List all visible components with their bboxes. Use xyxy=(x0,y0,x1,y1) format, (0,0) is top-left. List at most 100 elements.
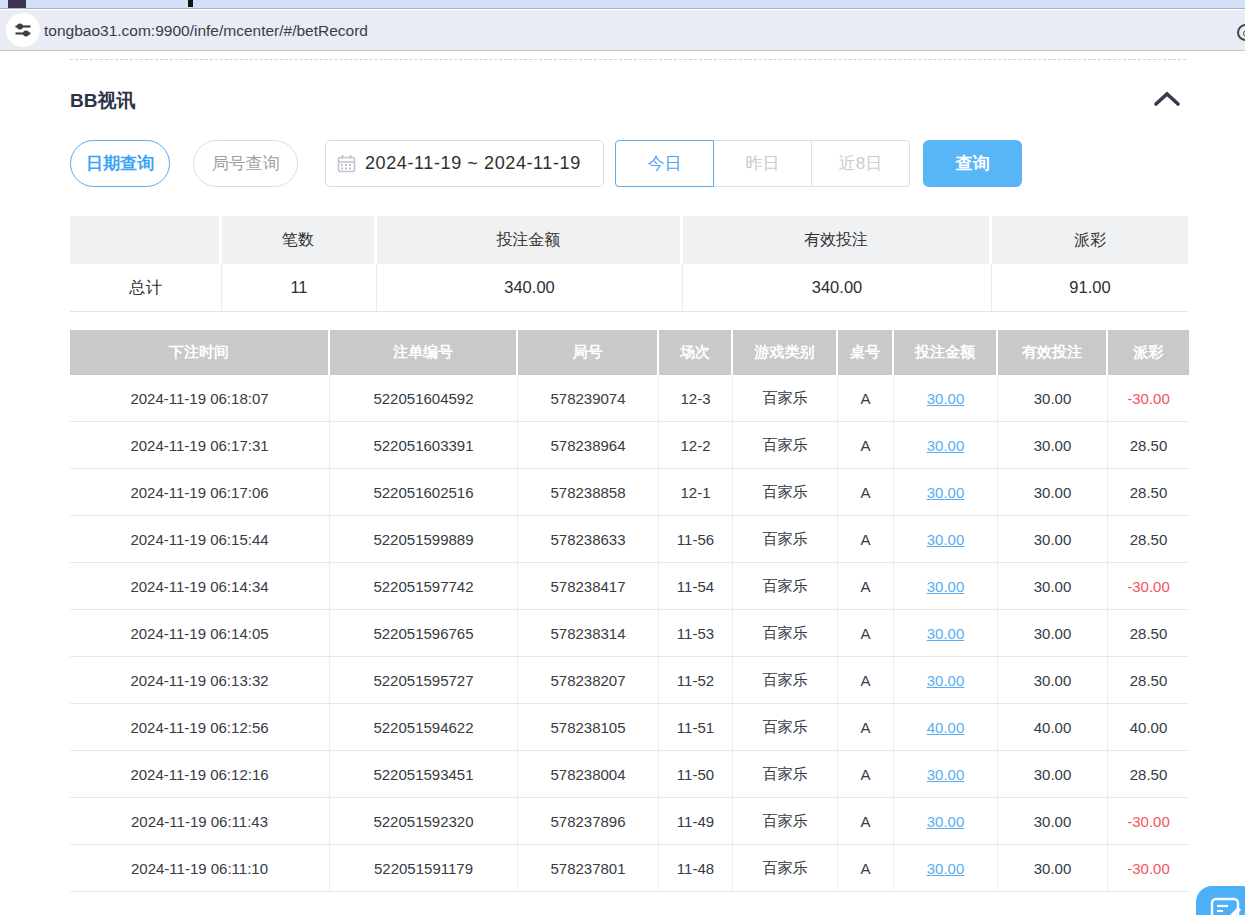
search-button[interactable]: 查询 xyxy=(923,140,1022,187)
cell-time: 2024-11-19 06:15:44 xyxy=(70,516,330,563)
table-row: 2024-11-19 06:12:56522051594622578238105… xyxy=(70,704,1189,751)
cell-payout: 28.50 xyxy=(1108,610,1189,657)
cell-table_no: A xyxy=(838,422,894,469)
round-query-button[interactable]: 局号查询 xyxy=(193,140,298,187)
cell-payout: -30.00 xyxy=(1108,375,1189,422)
cell-payout: 40.00 xyxy=(1108,704,1189,751)
cell-valid: 30.00 xyxy=(998,563,1108,610)
summary-total-label: 总计 xyxy=(70,264,222,312)
bet-table-header-cell-1: 注单编号 xyxy=(330,330,518,375)
browser-address-bar[interactable]: tongbao31.com:9900/infe/mcenter/#/betRec… xyxy=(0,10,1245,51)
bet-record-table: 下注时间注单编号局号场次游戏类别桌号投注金额有效投注派彩 2024-11-19 … xyxy=(70,330,1189,892)
cell-payout: 28.50 xyxy=(1108,751,1189,798)
cell-payout: -30.00 xyxy=(1108,563,1189,610)
date-range-picker[interactable]: 2024-11-19 ~ 2024-11-19 xyxy=(325,140,604,187)
cell-game: 百家乐 xyxy=(733,657,838,704)
summary-payout: 91.00 xyxy=(992,264,1188,312)
bet-amount-link[interactable]: 30.00 xyxy=(927,672,965,689)
bet-table-header-cell-3: 场次 xyxy=(659,330,733,375)
cell-table_no: A xyxy=(838,469,894,516)
bet-table-header-cell-8: 派彩 xyxy=(1108,330,1189,375)
bet-amount-link[interactable]: 30.00 xyxy=(927,390,965,407)
cell-bet: 30.00 xyxy=(894,516,998,563)
table-row: 2024-11-19 06:11:43522051592320578237896… xyxy=(70,798,1189,845)
bet-amount-link[interactable]: 30.00 xyxy=(927,437,965,454)
cell-time: 2024-11-19 06:18:07 xyxy=(70,375,330,422)
cell-time: 2024-11-19 06:17:31 xyxy=(70,422,330,469)
cell-session: 11-52 xyxy=(659,657,733,704)
table-row: 2024-11-19 06:17:31522051603391578238964… xyxy=(70,422,1189,469)
cell-time: 2024-11-19 06:13:32 xyxy=(70,657,330,704)
cell-table_no: A xyxy=(838,704,894,751)
cell-time: 2024-11-19 06:11:43 xyxy=(70,798,330,845)
cell-round_no: 578238633 xyxy=(518,516,659,563)
cell-bet: 30.00 xyxy=(894,610,998,657)
bet-table-header-cell-5: 桌号 xyxy=(838,330,894,375)
table-row: 2024-11-19 06:13:32522051595727578238207… xyxy=(70,657,1189,704)
cell-valid: 30.00 xyxy=(998,469,1108,516)
cell-round_no: 578238207 xyxy=(518,657,659,704)
table-row: 2024-11-19 06:17:06522051602516578238858… xyxy=(70,469,1189,516)
tab-favicon xyxy=(8,0,26,8)
cell-round_no: 578238004 xyxy=(518,751,659,798)
bet-table-header-cell-6: 投注金额 xyxy=(894,330,998,375)
site-settings-chip[interactable] xyxy=(6,13,40,47)
url-text[interactable]: tongbao31.com:9900/infe/mcenter/#/betRec… xyxy=(44,10,368,51)
cell-game: 百家乐 xyxy=(733,751,838,798)
cell-game: 百家乐 xyxy=(733,798,838,845)
bet-amount-link[interactable]: 30.00 xyxy=(927,766,965,783)
cell-round_no: 578238417 xyxy=(518,563,659,610)
date-range-value[interactable]: 2024-11-19 ~ 2024-11-19 xyxy=(365,153,581,174)
bet-amount-link[interactable]: 30.00 xyxy=(927,625,965,642)
summary-valid-bet: 340.00 xyxy=(683,264,992,312)
cell-payout: 28.50 xyxy=(1108,469,1189,516)
cell-table_no: A xyxy=(838,563,894,610)
quick-today-button[interactable]: 今日 xyxy=(615,140,714,187)
cell-order_no: 522051603391 xyxy=(330,422,518,469)
cell-order_no: 522051599889 xyxy=(330,516,518,563)
summary-table: 笔数投注金额有效投注派彩 总计 11 340.00 340.00 91.00 xyxy=(70,216,1188,312)
cell-bet: 30.00 xyxy=(894,469,998,516)
cell-time: 2024-11-19 06:14:34 xyxy=(70,563,330,610)
cell-valid: 30.00 xyxy=(998,751,1108,798)
quick-last8days-button[interactable]: 近8日 xyxy=(812,140,910,187)
cell-order_no: 522051597742 xyxy=(330,563,518,610)
date-query-button[interactable]: 日期查询 xyxy=(70,140,170,187)
quick-yesterday-button[interactable]: 昨日 xyxy=(714,140,812,187)
cell-payout: 28.50 xyxy=(1108,516,1189,563)
summary-header-cell-4: 派彩 xyxy=(992,216,1188,264)
cell-order_no: 522051591179 xyxy=(330,845,518,892)
summary-header-cell-3: 有效投注 xyxy=(683,216,992,264)
calendar-icon xyxy=(337,154,356,173)
cell-payout: -30.00 xyxy=(1108,798,1189,845)
cell-valid: 30.00 xyxy=(998,422,1108,469)
bet-table-header-row: 下注时间注单编号局号场次游戏类别桌号投注金额有效投注派彩 xyxy=(70,330,1189,375)
cell-game: 百家乐 xyxy=(733,610,838,657)
cell-table_no: A xyxy=(838,657,894,704)
cell-session: 11-49 xyxy=(659,798,733,845)
cell-order_no: 522051592320 xyxy=(330,798,518,845)
cell-session: 11-50 xyxy=(659,751,733,798)
tune-icon xyxy=(14,21,32,39)
cell-order_no: 522051594622 xyxy=(330,704,518,751)
bet-amount-link[interactable]: 30.00 xyxy=(927,484,965,501)
cell-order_no: 522051593451 xyxy=(330,751,518,798)
table-row: 2024-11-19 06:15:44522051599889578238633… xyxy=(70,516,1189,563)
browser-right-icon[interactable] xyxy=(1237,24,1245,41)
cell-valid: 30.00 xyxy=(998,610,1108,657)
cell-time: 2024-11-19 06:17:06 xyxy=(70,469,330,516)
cell-bet: 40.00 xyxy=(894,704,998,751)
cell-session: 11-56 xyxy=(659,516,733,563)
bet-amount-link[interactable]: 30.00 xyxy=(927,860,965,877)
bet-amount-link[interactable]: 40.00 xyxy=(927,719,965,736)
cell-round_no: 578237801 xyxy=(518,845,659,892)
bet-amount-link[interactable]: 30.00 xyxy=(927,813,965,830)
cell-payout: 28.50 xyxy=(1108,422,1189,469)
cell-payout: -30.00 xyxy=(1108,845,1189,892)
collapse-button[interactable] xyxy=(1152,90,1184,112)
table-row: 2024-11-19 06:18:07522051604592578239074… xyxy=(70,375,1189,422)
bet-amount-link[interactable]: 30.00 xyxy=(927,578,965,595)
cell-session: 12-3 xyxy=(659,375,733,422)
floating-edit-button[interactable] xyxy=(1196,886,1245,915)
bet-amount-link[interactable]: 30.00 xyxy=(927,531,965,548)
